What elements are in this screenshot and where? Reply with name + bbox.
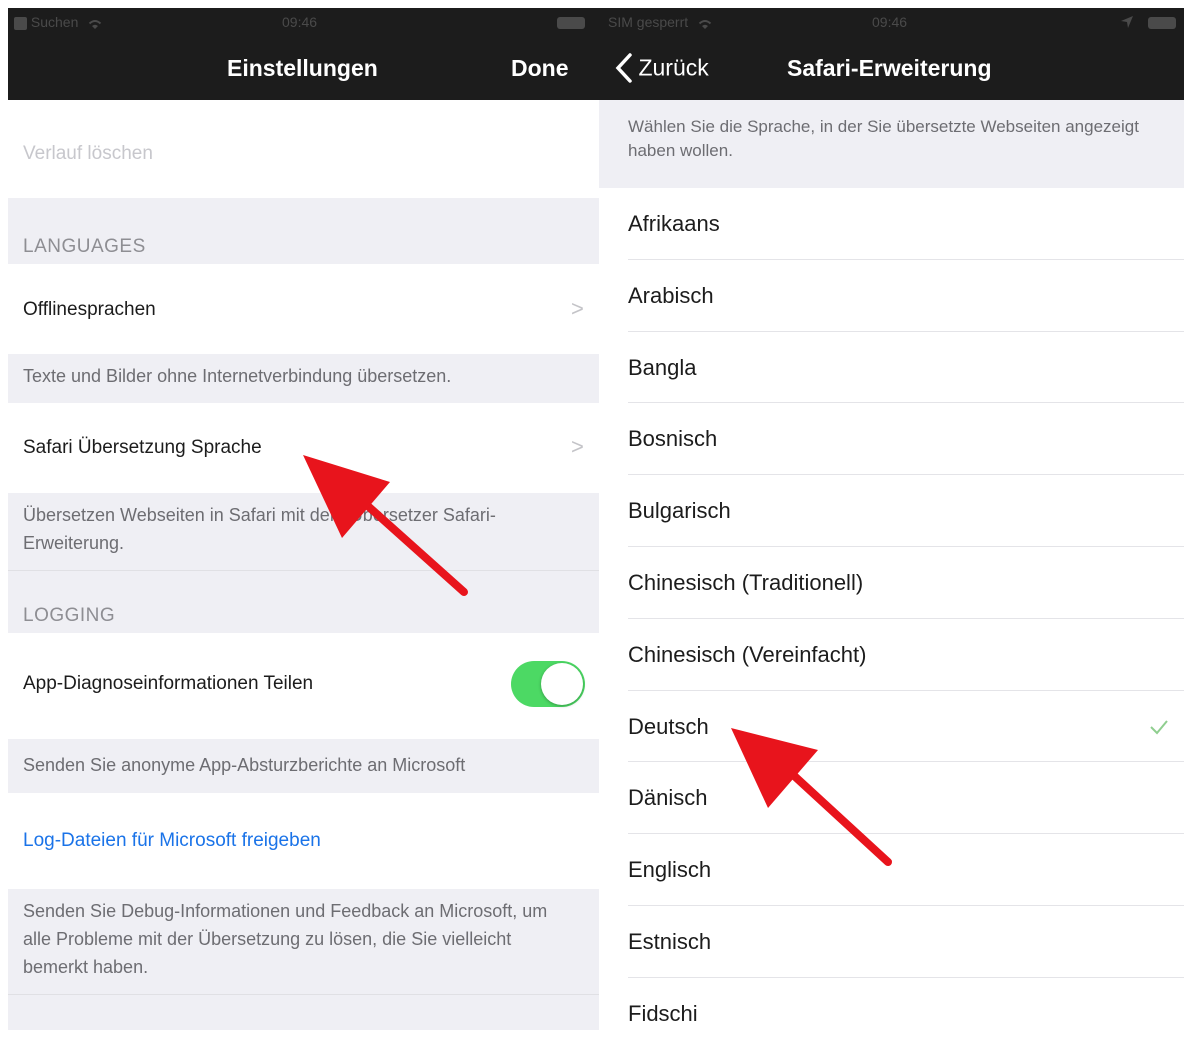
annotation-arrow-icon — [731, 728, 892, 866]
annotation-arrow-icon — [303, 455, 468, 596]
annotation-arrows — [303, 455, 892, 866]
